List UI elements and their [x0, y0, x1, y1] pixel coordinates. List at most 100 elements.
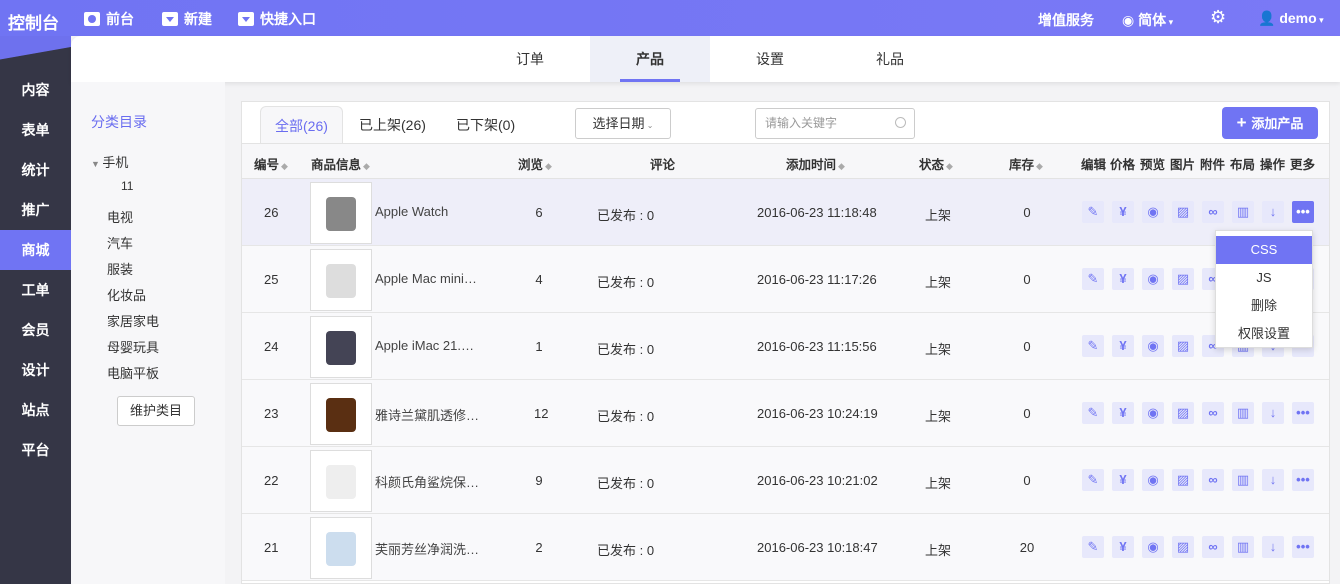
product-name[interactable]: Apple Watch	[375, 204, 448, 219]
sort-icon[interactable]: ◆	[838, 161, 845, 171]
product-thumbnail[interactable]	[310, 383, 372, 445]
download-icon[interactable]: ↓	[1262, 402, 1284, 424]
add-product-button[interactable]: + 添加产品	[1222, 107, 1318, 139]
nav-shortcuts[interactable]: 快捷入口	[238, 9, 316, 29]
product-name[interactable]: 芙丽芳丝净润洗…	[375, 539, 479, 558]
preview-icon[interactable]: ◉	[1142, 402, 1164, 424]
user-menu[interactable]: 👤 demo ▾	[1258, 10, 1324, 27]
language-select[interactable]: ◉ 简体 ▾	[1122, 10, 1173, 30]
layout-icon[interactable]: ▥	[1232, 402, 1254, 424]
product-name[interactable]: Apple iMac 21.…	[375, 338, 474, 353]
sort-icon[interactable]: ◆	[1036, 161, 1043, 171]
table-row[interactable]: 23 雅诗兰黛肌透修… 12 已发布 : 0 2016-06-23 10:24:…	[242, 380, 1329, 447]
price-icon[interactable]: ¥	[1112, 335, 1134, 357]
column-header[interactable]: 添加时间 ◆	[786, 154, 845, 173]
preview-icon[interactable]: ◉	[1142, 469, 1164, 491]
search-input[interactable]: 请输入关键字	[755, 108, 915, 139]
sort-icon[interactable]: ◆	[281, 161, 288, 171]
edit-icon[interactable]: ✎	[1082, 402, 1104, 424]
price-icon[interactable]: ¥	[1112, 469, 1134, 491]
nav-frontend[interactable]: 前台	[84, 9, 134, 29]
sidebar-item[interactable]: 商城	[0, 230, 71, 270]
sidebar-item[interactable]: 推广	[0, 190, 71, 230]
edit-icon[interactable]: ✎	[1082, 536, 1104, 558]
table-row[interactable]: 24 Apple iMac 21.… 1 已发布 : 0 2016-06-23 …	[242, 313, 1329, 380]
category-cosmetics[interactable]: 化妆品	[107, 285, 146, 304]
preview-icon[interactable]: ◉	[1142, 201, 1164, 223]
image-icon[interactable]: ▨	[1172, 335, 1194, 357]
sidebar-item[interactable]: 工单	[0, 270, 71, 310]
product-thumbnail[interactable]	[310, 450, 372, 512]
category-computer[interactable]: 电脑平板	[107, 363, 159, 382]
edit-icon[interactable]: ✎	[1082, 268, 1104, 290]
more-icon[interactable]: •••	[1292, 536, 1314, 558]
table-row[interactable]: 25 Apple Mac mini… 4 已发布 : 0 2016-06-23 …	[242, 246, 1329, 313]
category-clothing[interactable]: 服装	[107, 259, 133, 278]
filter-all[interactable]: 全部(26)	[260, 106, 343, 144]
tab-settings[interactable]: 设置	[710, 36, 830, 82]
sidebar-item[interactable]: 站点	[0, 390, 71, 430]
edit-icon[interactable]: ✎	[1082, 201, 1104, 223]
search-icon[interactable]	[895, 117, 906, 128]
product-thumbnail[interactable]	[310, 249, 372, 311]
attachment-icon[interactable]: ∞	[1202, 402, 1224, 424]
more-icon[interactable]: •••	[1292, 469, 1314, 491]
sort-icon[interactable]: ◆	[545, 161, 552, 171]
price-icon[interactable]: ¥	[1112, 536, 1134, 558]
table-row[interactable]: 21 芙丽芳丝净润洗… 2 已发布 : 0 2016-06-23 10:18:4…	[242, 514, 1329, 581]
sidebar-item[interactable]: 内容	[0, 70, 71, 110]
product-name[interactable]: 科颜氏角鲨烷保…	[375, 472, 479, 491]
download-icon[interactable]: ↓	[1262, 201, 1284, 223]
product-thumbnail[interactable]	[310, 182, 372, 244]
price-icon[interactable]: ¥	[1112, 201, 1134, 223]
tab-orders[interactable]: 订单	[470, 36, 590, 82]
layout-icon[interactable]: ▥	[1232, 469, 1254, 491]
filter-on-shelf[interactable]: 已上架(26)	[359, 106, 426, 144]
sort-icon[interactable]: ◆	[363, 161, 370, 171]
image-icon[interactable]: ▨	[1172, 469, 1194, 491]
sidebar-item[interactable]: 会员	[0, 310, 71, 350]
column-header[interactable]: 商品信息 ◆	[311, 154, 370, 173]
sidebar-item[interactable]: 统计	[0, 150, 71, 190]
filter-off-shelf[interactable]: 已下架(0)	[456, 106, 515, 144]
category-11[interactable]: 11	[121, 179, 133, 193]
product-thumbnail[interactable]	[310, 316, 372, 378]
brand-logo[interactable]: 控制台	[8, 9, 59, 34]
product-name[interactable]: Apple Mac mini…	[375, 271, 477, 286]
edit-icon[interactable]: ✎	[1082, 335, 1104, 357]
maintain-category-button[interactable]: 维护类目	[117, 396, 195, 426]
image-icon[interactable]: ▨	[1172, 536, 1194, 558]
column-header[interactable]: 状态 ◆	[919, 154, 953, 173]
sidebar-item[interactable]: 设计	[0, 350, 71, 390]
table-row[interactable]: 26 Apple Watch 6 已发布 : 0 2016-06-23 11:1…	[242, 179, 1329, 246]
price-icon[interactable]: ¥	[1112, 402, 1134, 424]
download-icon[interactable]: ↓	[1262, 536, 1284, 558]
preview-icon[interactable]: ◉	[1142, 536, 1164, 558]
sidebar-item[interactable]: 表单	[0, 110, 71, 150]
product-name[interactable]: 雅诗兰黛肌透修…	[375, 405, 479, 424]
nav-new[interactable]: 新建	[162, 9, 212, 29]
more-icon[interactable]: •••	[1292, 201, 1314, 223]
menu-item-permissions[interactable]: 权限设置	[1216, 320, 1312, 348]
sort-icon[interactable]: ◆	[946, 161, 953, 171]
attachment-icon[interactable]: ∞	[1202, 201, 1224, 223]
layout-icon[interactable]: ▥	[1232, 536, 1254, 558]
value-service-link[interactable]: 增值服务	[1038, 10, 1094, 30]
column-header[interactable]: 浏览 ◆	[518, 154, 552, 173]
tab-gifts[interactable]: 礼品	[830, 36, 950, 82]
menu-item-delete[interactable]: 删除	[1216, 292, 1312, 320]
column-header[interactable]: 编号 ◆	[254, 154, 288, 173]
date-select[interactable]: 选择日期 ⌄	[575, 108, 671, 139]
category-baby[interactable]: 母婴玩具	[107, 337, 159, 356]
category-tv[interactable]: 电视	[107, 207, 133, 226]
preview-icon[interactable]: ◉	[1142, 335, 1164, 357]
category-home[interactable]: 家居家电	[107, 311, 159, 330]
gear-icon[interactable]: ⚙	[1210, 7, 1226, 28]
preview-icon[interactable]: ◉	[1142, 268, 1164, 290]
sidebar-item[interactable]: 平台	[0, 430, 71, 470]
attachment-icon[interactable]: ∞	[1202, 469, 1224, 491]
price-icon[interactable]: ¥	[1112, 268, 1134, 290]
tab-products[interactable]: 产品	[590, 36, 710, 82]
menu-item-js[interactable]: JS	[1216, 264, 1312, 292]
image-icon[interactable]: ▨	[1172, 268, 1194, 290]
